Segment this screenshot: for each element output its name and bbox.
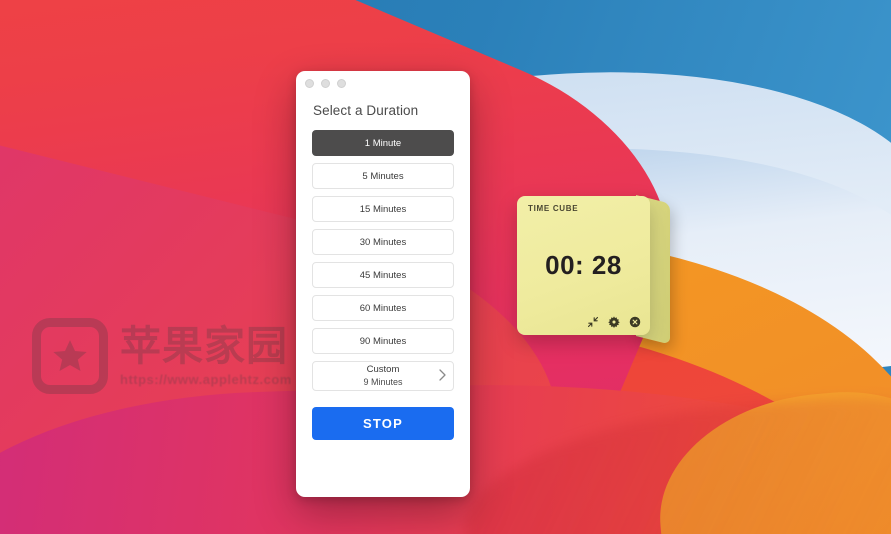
- gear-icon[interactable]: [607, 315, 620, 328]
- cube-controls: [586, 315, 641, 328]
- duration-option-label: 45 Minutes: [359, 269, 407, 281]
- duration-option-label: 1 Minute: [364, 137, 402, 149]
- duration-option-1-minute[interactable]: 1 Minute: [312, 130, 454, 156]
- duration-option-label: 30 Minutes: [359, 236, 407, 248]
- duration-option-15-minutes[interactable]: 15 Minutes: [312, 196, 454, 222]
- duration-option-5-minutes[interactable]: 5 Minutes: [312, 163, 454, 189]
- window-titlebar: [296, 71, 470, 95]
- chevron-right-icon: [439, 369, 446, 383]
- select-duration-window: Select a Duration 1 Minute 5 Minutes 15 …: [296, 71, 470, 497]
- timer-display: 00: 28: [545, 249, 622, 280]
- close-icon[interactable]: [305, 78, 314, 88]
- duration-option-45-minutes[interactable]: 45 Minutes: [312, 262, 454, 288]
- close-circle-icon[interactable]: [628, 315, 641, 328]
- time-cube-widget[interactable]: TIME CUBE 00: 28: [517, 195, 670, 345]
- duration-option-label: 90 Minutes: [359, 335, 407, 347]
- stop-button-container: STOP: [296, 391, 470, 440]
- cube-front-face: TIME CUBE 00: 28: [517, 196, 650, 335]
- desktop-screen: 苹果家园 https://www.applehtz.com Select a D…: [0, 0, 891, 534]
- collapse-icon[interactable]: [586, 315, 599, 328]
- zoom-icon[interactable]: [337, 78, 346, 88]
- custom-option-value: 9 Minutes: [363, 376, 403, 387]
- duration-option-60-minutes[interactable]: 60 Minutes: [312, 295, 454, 321]
- stop-button[interactable]: STOP: [312, 407, 454, 440]
- page-title: Select a Duration: [313, 103, 419, 118]
- duration-option-label: 5 Minutes: [362, 170, 404, 182]
- minimize-icon[interactable]: [321, 78, 330, 88]
- duration-option-label: 60 Minutes: [359, 302, 407, 314]
- duration-option-90-minutes[interactable]: 90 Minutes: [312, 328, 454, 354]
- duration-option-label: 15 Minutes: [359, 203, 407, 215]
- custom-option-label: Custom: [366, 364, 400, 376]
- duration-option-30-minutes[interactable]: 30 Minutes: [312, 229, 454, 255]
- duration-options-list: 1 Minute 5 Minutes 15 Minutes 30 Minutes…: [296, 118, 470, 391]
- duration-option-custom[interactable]: Custom 9 Minutes: [312, 361, 454, 391]
- cube-title: TIME CUBE: [528, 204, 579, 213]
